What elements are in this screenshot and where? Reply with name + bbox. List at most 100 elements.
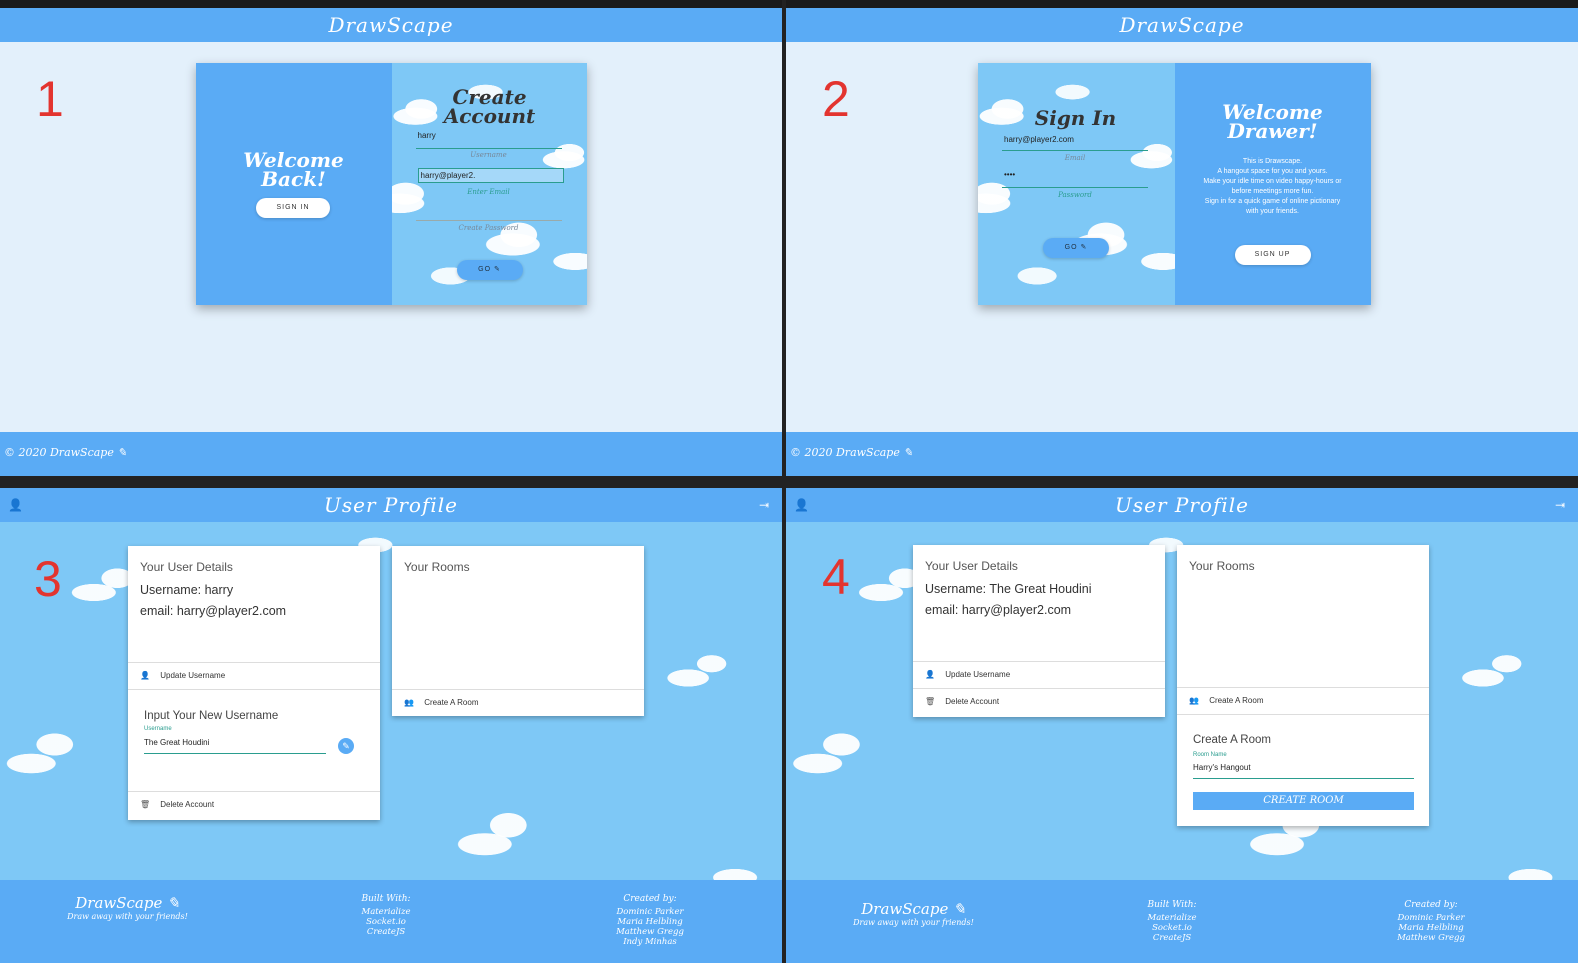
username-input[interactable]: The Great Houdini xyxy=(144,738,209,747)
rooms-card: Your Rooms 👥 Create A Room xyxy=(392,546,644,716)
room-name-input[interactable]: Harry's Hangout xyxy=(1193,763,1251,772)
auth-card: Welcome Back! SIGN IN Create Account har… xyxy=(196,63,587,305)
email-underline xyxy=(1002,150,1148,151)
room-name-underline xyxy=(1193,778,1414,779)
create-room-row[interactable]: 👥 Create A Room xyxy=(392,689,644,716)
create-room-label: Create A Room xyxy=(1209,696,1264,705)
sign-in-button[interactable]: SIGN IN xyxy=(256,198,330,218)
logout-icon[interactable]: ⇥ xyxy=(759,488,770,522)
creator-name: Dominic Parker xyxy=(616,907,684,917)
go-button-label: GO xyxy=(1064,244,1078,251)
creator-name: Matthew Gregg xyxy=(616,927,684,937)
step-number: 3 xyxy=(34,551,62,607)
created-by-col: Created by: Dominic Parker Maria Helblin… xyxy=(590,894,710,947)
intro-line: Make your idle time on video happy-hours… xyxy=(1203,178,1342,185)
intro-text: This is Drawscape. A hangout space for y… xyxy=(1185,157,1361,217)
username-field[interactable]: harry xyxy=(418,131,436,140)
created-by-heading: Created by: xyxy=(623,894,677,904)
person-icon[interactable]: 👤 xyxy=(8,488,24,522)
profile-header: 👤 User Profile ⇥ xyxy=(0,488,782,522)
password-hint: Create Password xyxy=(458,224,519,232)
welcome-back-panel: Welcome Back! SIGN IN xyxy=(196,63,392,305)
update-username-row[interactable]: 👤 Update Username xyxy=(913,661,1165,688)
email-line: email: harry@player2.com xyxy=(925,603,1072,617)
welcome-back-title: Welcome Back! xyxy=(243,148,344,191)
username-line: Username: The Great Houdini xyxy=(925,582,1092,596)
pencil-icon: ✎ xyxy=(117,446,127,459)
person-icon: 👤 xyxy=(140,671,150,680)
rooms-title: Your Rooms xyxy=(1189,559,1255,573)
rooms-card: Your Rooms 👥 Create A Room Create A Room… xyxy=(1177,545,1429,826)
group-icon: 👥 xyxy=(1189,696,1199,705)
delete-account-row[interactable]: 🗑 Delete Account xyxy=(128,791,380,818)
username-hint: Username xyxy=(470,151,507,159)
step-number: 2 xyxy=(822,71,850,127)
create-account-panel: Create Account harry Username harry@play… xyxy=(391,63,587,305)
page-title: User Profile xyxy=(324,493,458,517)
footer-bar: © 2020 DrawScape ✎ xyxy=(0,432,782,476)
create-room-button[interactable]: CREATE ROOM xyxy=(1193,792,1414,810)
panel-1-create-account: DrawScape 1 Welcome Back! SIGN IN Create… xyxy=(0,0,782,476)
logout-icon[interactable]: ⇥ xyxy=(1555,488,1566,522)
created-by-heading: Created by: xyxy=(1404,900,1458,910)
footer-tagline: Draw away with your friends! xyxy=(67,912,188,921)
create-room-row[interactable]: 👥 Create A Room xyxy=(1177,687,1429,714)
creator-name: Matthew Gregg xyxy=(1397,933,1465,943)
site-footer: DrawScape ✎ Draw away with your friends!… xyxy=(786,880,1578,963)
person-icon[interactable]: 👤 xyxy=(794,488,810,522)
username-underline xyxy=(415,148,562,149)
edit-icon[interactable]: ✎ xyxy=(338,738,354,754)
built-with-item[interactable]: Materialize xyxy=(1122,913,1222,923)
username-input-label: Username xyxy=(144,726,172,732)
copyright: © 2020 DrawScape ✎ xyxy=(0,432,782,473)
built-with-item[interactable]: Socket.io xyxy=(1122,923,1222,933)
built-with-heading: Built With: xyxy=(1147,900,1197,910)
creator-name: Maria Helbling xyxy=(617,917,683,927)
built-with-item[interactable]: Materialize xyxy=(336,907,436,917)
email-field[interactable]: harry@player2.com xyxy=(1004,135,1074,144)
update-username-row[interactable]: 👤 Update Username xyxy=(128,662,380,689)
footer-brand-text: DrawScape xyxy=(75,894,163,912)
update-username-label: Update Username xyxy=(160,671,226,680)
intro-line: This is Drawscape. xyxy=(1242,158,1303,165)
create-room-heading: Create A Room xyxy=(1193,734,1271,746)
email-line: email: harry@player2.com xyxy=(140,604,287,618)
step-number: 4 xyxy=(822,549,850,605)
go-button[interactable]: GO ✎ xyxy=(456,260,523,280)
input-heading: Input Your New Username xyxy=(144,710,279,722)
create-account-title: Create Account xyxy=(443,85,536,128)
app-title: DrawScape xyxy=(328,13,454,37)
password-hint: Password xyxy=(1058,191,1092,199)
app-header: DrawScape xyxy=(0,8,782,42)
user-details-card: Your User Details Username: The Great Ho… xyxy=(913,545,1165,717)
built-with-item[interactable]: Socket.io xyxy=(336,917,436,927)
pencil-icon: ✎ xyxy=(493,266,501,273)
pencil-icon: ✎ xyxy=(953,900,966,918)
details-title: Your User Details xyxy=(140,560,233,574)
copyright-text: © 2020 DrawScape xyxy=(790,446,900,459)
welcome-drawer-panel: Welcome Drawer! This is Drawscape. A han… xyxy=(1174,63,1371,305)
room-name-label: Room Name xyxy=(1193,752,1227,758)
built-with-item[interactable]: CreateJS xyxy=(336,927,436,937)
intro-line: before meetings more fun. xyxy=(1231,188,1314,195)
password-underline xyxy=(1002,187,1148,188)
intro-line: with your friends. xyxy=(1246,208,1299,215)
trash-icon: 🗑 xyxy=(925,697,936,706)
email-hint: Email xyxy=(1064,154,1086,162)
created-by-col: Created by: Dominic Parker Maria Helblin… xyxy=(1371,900,1491,943)
delete-account-row[interactable]: 🗑 Delete Account xyxy=(913,688,1165,715)
step-number: 1 xyxy=(36,71,64,127)
footer-brand: DrawScape ✎ xyxy=(50,894,205,912)
app-title: DrawScape xyxy=(1119,13,1245,37)
auth-card: Sign In harry@player2.com Email •••• Pas… xyxy=(978,63,1371,305)
go-button[interactable]: GO ✎ xyxy=(1043,238,1109,258)
password-field[interactable]: •••• xyxy=(1004,170,1015,179)
panel-3-update-username: 👤 User Profile ⇥ 3 Your User Details Use… xyxy=(0,488,782,963)
built-with-item[interactable]: CreateJS xyxy=(1122,933,1222,943)
email-field[interactable]: harry@player2. xyxy=(417,168,564,183)
details-title: Your User Details xyxy=(925,559,1018,573)
password-field[interactable] xyxy=(415,220,562,221)
sign-up-button[interactable]: SIGN UP xyxy=(1234,245,1311,265)
profile-header: 👤 User Profile ⇥ xyxy=(786,488,1578,522)
trash-icon: 🗑 xyxy=(140,800,151,809)
